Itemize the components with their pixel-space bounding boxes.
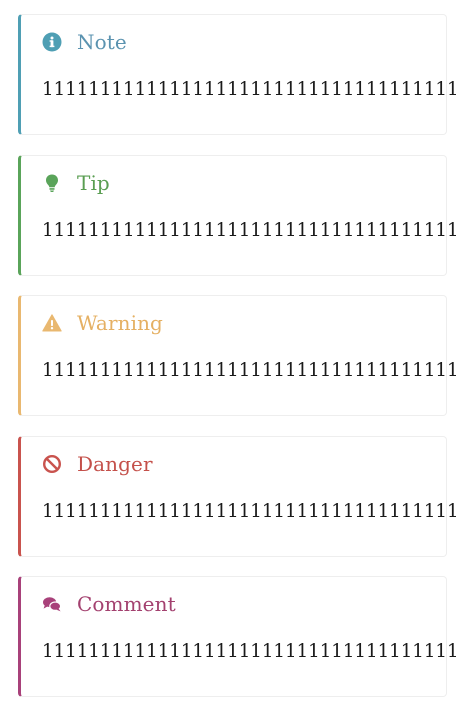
callout-comment: Comment 11111111111111111111111111111111… xyxy=(18,576,458,697)
callout-header: Note xyxy=(41,28,127,56)
callout-body: 1111111111111111111111111111111111111 xyxy=(42,641,458,662)
callout-body: 1111111111111111111111111111111111111 xyxy=(42,219,458,241)
callout-note: Note 11111111111111111111111111111111111… xyxy=(18,14,458,135)
callout-body: 1111111111111111111111111111111111111 xyxy=(42,500,458,522)
callout-title: Tip xyxy=(77,170,110,195)
comments-icon xyxy=(41,593,63,615)
callout-header: Warning xyxy=(41,309,163,337)
callout-title: Note xyxy=(77,30,127,54)
ban-icon xyxy=(41,453,63,475)
callout-body: 1111111111111111111111111111111111111 xyxy=(42,79,458,100)
callout-header: Tip xyxy=(41,169,110,197)
lightbulb-icon xyxy=(41,172,63,194)
callout-list: Note 11111111111111111111111111111111111… xyxy=(18,14,458,697)
callout-title: Warning xyxy=(77,311,163,335)
callout-title: Comment xyxy=(77,592,176,616)
callout-warning: Warning 11111111111111111111111111111111… xyxy=(18,295,458,416)
callout-body: 1111111111111111111111111111111111111 xyxy=(42,360,458,381)
warning-triangle-icon xyxy=(41,312,63,334)
callout-header: Danger xyxy=(41,450,153,478)
callout-danger: Danger 111111111111111111111111111111111… xyxy=(18,435,458,557)
callout-title: Danger xyxy=(77,451,153,476)
info-circle-icon xyxy=(41,31,63,53)
callout-header: Comment xyxy=(41,590,176,618)
callout-tip: Tip 111111111111111111111111111111111111… xyxy=(18,154,458,276)
